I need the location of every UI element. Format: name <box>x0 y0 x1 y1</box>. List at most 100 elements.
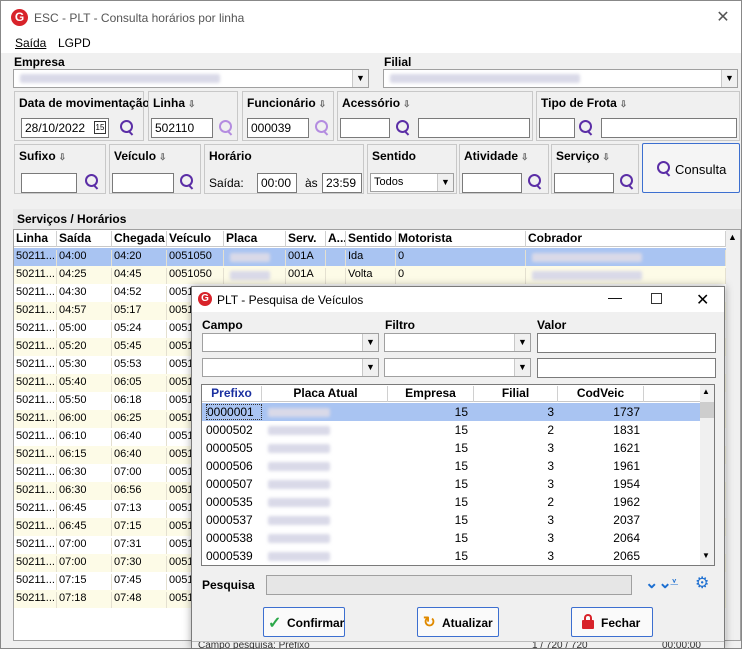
column-header[interactable]: A... <box>326 231 346 247</box>
menu-bar: Saída LGPD <box>1 33 741 53</box>
campo-select-1[interactable]: ▼ <box>202 333 379 352</box>
vehicles-grid-scrollbar[interactable]: ▲ ▼ <box>700 385 714 565</box>
atividade-input[interactable] <box>462 173 522 193</box>
saida-fim-input[interactable]: 23:59 <box>322 173 362 193</box>
filtro-select-1[interactable]: ▼ <box>384 333 531 352</box>
funcionario-input[interactable]: 000039 <box>247 118 309 138</box>
cell-saida: 06:45 <box>57 502 112 518</box>
close-icon[interactable]: ✕ <box>696 290 709 310</box>
column-header[interactable]: Motorista <box>396 231 526 247</box>
maximize-icon[interactable] <box>651 293 662 304</box>
fechar-button[interactable]: Fechar <box>571 607 653 637</box>
servico-input[interactable] <box>554 173 614 193</box>
search-icon[interactable] <box>618 173 636 191</box>
cell-chegada: 05:45 <box>112 340 167 356</box>
search-icon[interactable] <box>313 119 331 137</box>
grid-scrollbar[interactable]: ▲ <box>726 230 740 640</box>
search-icon[interactable] <box>217 119 235 137</box>
tipo-frota-input[interactable] <box>539 118 575 138</box>
column-header[interactable]: Empresa <box>388 386 474 402</box>
search-icon[interactable] <box>526 173 544 191</box>
table-row[interactable]: 0000538 15 3 2064 <box>202 529 700 547</box>
double-chevron-down-icon[interactable]: ⌄⌄ <box>645 573 672 593</box>
column-header[interactable]: Chegada <box>112 231 167 247</box>
close-icon[interactable]: ✕ <box>713 7 733 27</box>
acessorio-input[interactable] <box>340 118 390 138</box>
valor-input-2[interactable] <box>537 358 716 378</box>
search-icon[interactable] <box>118 119 136 137</box>
table-row[interactable]: 0000502 15 2 1831 <box>202 421 700 439</box>
scroll-up-icon[interactable]: ▲ <box>702 387 710 396</box>
vehicles-grid[interactable]: Prefixo Placa Atual Empresa Filial CodVeic 0… <box>201 384 715 566</box>
valor-input-1[interactable] <box>537 333 716 353</box>
column-header[interactable]: CodVeic <box>558 386 644 402</box>
cell-saida: 06:30 <box>57 484 112 500</box>
scroll-thumb[interactable] <box>700 402 714 418</box>
empresa-select[interactable]: ▼ <box>13 69 369 88</box>
table-row[interactable]: 50211... 04:00 04:20 0051050 001A Ida 0 <box>14 248 726 266</box>
column-header[interactable]: Filial <box>474 386 558 402</box>
search-icon[interactable] <box>83 173 101 191</box>
sufixo-input[interactable] <box>21 173 77 193</box>
tipo-frota-desc-input[interactable] <box>601 118 737 138</box>
chevron-down-icon[interactable]: ▼ <box>514 359 530 376</box>
campo-select-2[interactable]: ▼ <box>202 358 379 377</box>
redacted-value <box>268 534 330 543</box>
column-header[interactable]: Veículo <box>167 231 224 247</box>
lock-icon <box>582 614 594 629</box>
veiculo-input[interactable] <box>112 173 174 193</box>
search-icon[interactable] <box>394 119 412 137</box>
last-record-icon[interactable]: ⩡ <box>670 574 678 591</box>
chevron-down-icon[interactable]: ▼ <box>437 174 453 191</box>
table-row[interactable]: 0000505 15 3 1621 <box>202 439 700 457</box>
column-header[interactable]: Placa <box>224 231 286 247</box>
chevron-down-icon[interactable]: ▼ <box>721 70 737 87</box>
chevron-down-icon[interactable]: ▼ <box>352 70 368 87</box>
sentido-select[interactable]: Todos ▼ <box>370 173 454 192</box>
cell-placa <box>268 405 338 421</box>
pesquisa-input[interactable] <box>266 575 632 595</box>
column-header[interactable]: Cobrador <box>526 231 726 247</box>
consulta-button[interactable]: Consulta <box>642 143 740 193</box>
minimize-icon[interactable]: — <box>608 289 622 305</box>
column-header[interactable]: Serv. <box>286 231 326 247</box>
horario-panel: Horário Saída: 00:00 às 23:59 <box>204 144 364 194</box>
confirmar-button[interactable]: ✓ Confirmar <box>263 607 345 637</box>
grid-header: Linha Saída Chegada Veículo Placa Serv. A... Se… <box>14 230 726 247</box>
table-row[interactable]: 0000507 15 3 1954 <box>202 475 700 493</box>
search-icon[interactable] <box>577 119 595 137</box>
cell-sentido: Volta <box>346 268 396 284</box>
column-header[interactable]: Saída <box>57 231 112 247</box>
table-row[interactable]: 0000539 15 3 2065 <box>202 547 700 565</box>
app-logo-icon: G <box>11 9 28 26</box>
atualizar-button[interactable]: ↻ Atualizar <box>417 607 499 637</box>
column-header[interactable]: Prefixo <box>202 386 262 402</box>
data-mov-input[interactable]: 28/10/2022 15 <box>21 118 109 138</box>
menu-lgpd[interactable]: LGPD <box>58 36 91 50</box>
cell-codveic: 1831 <box>613 423 640 437</box>
linha-input[interactable]: 502110 <box>151 118 213 138</box>
acessorio-desc-input[interactable] <box>418 118 530 138</box>
scroll-up-icon[interactable]: ▲ <box>728 232 737 242</box>
calendar-icon[interactable]: 15 <box>94 121 106 134</box>
app-logo-icon: G <box>198 292 212 306</box>
column-header[interactable]: Placa Atual <box>264 386 388 402</box>
scroll-down-icon[interactable]: ▼ <box>702 551 710 560</box>
table-row[interactable]: 0000001 15 3 1737 <box>202 403 700 421</box>
column-header[interactable]: Sentido <box>346 231 396 247</box>
menu-saida[interactable]: Saída <box>15 36 46 50</box>
table-row[interactable]: 0000506 15 3 1961 <box>202 457 700 475</box>
saida-inicio-input[interactable]: 00:00 <box>257 173 297 193</box>
search-icon[interactable] <box>178 173 196 191</box>
chevron-down-icon[interactable]: ▼ <box>514 334 530 351</box>
filtro-select-2[interactable]: ▼ <box>384 358 531 377</box>
column-header[interactable]: Linha <box>14 231 57 247</box>
filial-select[interactable]: ▼ <box>383 69 738 88</box>
chevron-down-icon[interactable]: ▼ <box>362 334 378 351</box>
cell-saida: 05:30 <box>57 358 112 374</box>
gear-icon[interactable]: ⚙ <box>695 573 709 593</box>
table-row[interactable]: 0000535 15 2 1962 <box>202 493 700 511</box>
table-row[interactable]: 50211... 04:25 04:45 0051050 001A Volta 0 <box>14 266 726 284</box>
table-row[interactable]: 0000537 15 3 2037 <box>202 511 700 529</box>
chevron-down-icon[interactable]: ▼ <box>362 359 378 376</box>
